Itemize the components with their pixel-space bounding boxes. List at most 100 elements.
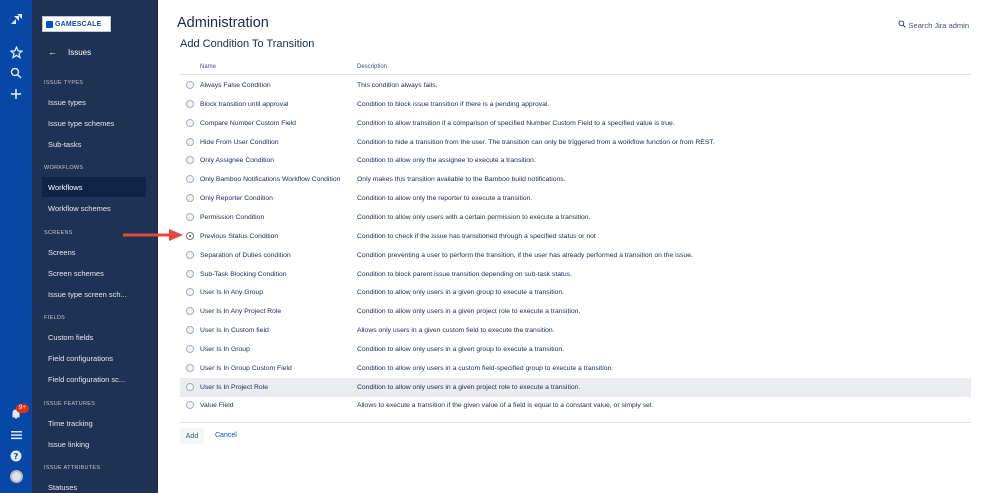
condition-radio[interactable] bbox=[186, 344, 194, 353]
sidebar-item-time-tracking[interactable]: Time tracking bbox=[42, 413, 146, 433]
sidebar-item-issue-linking[interactable]: Issue linking bbox=[42, 434, 146, 454]
condition-description: Condition to allow only users in a given… bbox=[357, 345, 565, 353]
condition-radio[interactable] bbox=[186, 363, 194, 372]
sidebar-item-custom-fields[interactable]: Custom fields bbox=[42, 327, 146, 347]
condition-name: Only Reporter Condition bbox=[200, 195, 273, 203]
condition-description: Condition to allow only the reporter to … bbox=[357, 195, 533, 203]
column-header-name: Name bbox=[200, 64, 217, 70]
condition-description: Condition to allow only users in a custo… bbox=[357, 364, 614, 372]
cancel-link[interactable]: Cancel bbox=[215, 432, 237, 439]
search-label: Search Jira admin bbox=[908, 20, 969, 30]
condition-name: Compare Number Custom Field bbox=[200, 119, 296, 127]
condition-radio[interactable] bbox=[186, 231, 194, 240]
condition-radio[interactable] bbox=[186, 156, 194, 165]
condition-name: User Is In Group Custom Field bbox=[200, 364, 292, 372]
condition-radio[interactable] bbox=[186, 81, 194, 89]
table-row[interactable]: Value Field Allows to execute a transitio… bbox=[180, 396, 971, 415]
table-row[interactable]: Only Reporter Condition Condition to allo… bbox=[180, 189, 971, 208]
table-row[interactable]: Separation of Duties condition Condition … bbox=[180, 246, 971, 265]
sidebar-item-workflows[interactable]: Workflows bbox=[42, 177, 146, 197]
condition-description: Condition to allow only users in a given… bbox=[357, 308, 581, 316]
condition-name: User Is In Project Role bbox=[200, 383, 268, 391]
table-row[interactable]: User Is In Project Role Condition to allo… bbox=[180, 377, 971, 397]
table-row[interactable]: User Is In Group Custom Field Condition t… bbox=[180, 359, 971, 378]
condition-description: Condition to hide a transition from the … bbox=[357, 138, 715, 146]
table-row[interactable]: User Is In Any Project Role Condition to … bbox=[180, 302, 971, 321]
condition-radio[interactable] bbox=[186, 401, 194, 410]
condition-name: Block transition until approval bbox=[200, 100, 289, 108]
condition-name: Only Bamboo Notifications Workflow Condi… bbox=[200, 176, 341, 184]
divider bbox=[180, 422, 971, 423]
condition-description: Condition to block issue transition if t… bbox=[357, 100, 550, 108]
condition-description: Condition to block parent issue transiti… bbox=[357, 270, 572, 278]
annotation-arrow-icon bbox=[123, 229, 183, 241]
table-row[interactable]: Sub-Task Blocking Condition Condition to … bbox=[180, 265, 971, 284]
column-header-description: Description bbox=[357, 64, 388, 70]
jira-logo-icon[interactable] bbox=[8, 12, 24, 28]
table-row[interactable]: User Is In Any Group Condition to allow o… bbox=[180, 283, 971, 302]
condition-name: Always False Condition bbox=[200, 82, 271, 89]
table-row[interactable]: Block transition until approval Condition… bbox=[180, 95, 971, 114]
sidebar-item-issue-types[interactable]: Issue types bbox=[42, 92, 146, 112]
sidebar-item-statuses[interactable]: Statuses bbox=[42, 477, 146, 493]
condition-name: Previous Status Condition bbox=[200, 232, 279, 240]
sidebar-item-issue-type-screen-schemes[interactable]: Issue type screen sch... bbox=[42, 284, 146, 304]
company-logo: GAMESCALE bbox=[42, 16, 111, 32]
condition-description: This condition always fails. bbox=[357, 82, 438, 89]
condition-description: Allows to execute a transition if the gi… bbox=[357, 402, 654, 410]
sidebar-item-field-configuration-schemes[interactable]: Field configuration sc... bbox=[42, 369, 146, 389]
table-row[interactable]: Compare Number Custom Field Condition to … bbox=[180, 114, 971, 133]
condition-radio[interactable] bbox=[186, 99, 194, 108]
table-row[interactable]: Previous Status Condition Condition to ch… bbox=[180, 227, 971, 246]
sidebar-item-workflow-schemes[interactable]: Workflow schemes bbox=[42, 198, 146, 218]
sidebar-item-issue-type-schemes[interactable]: Issue type schemes bbox=[42, 113, 146, 133]
condition-radio[interactable] bbox=[186, 307, 194, 316]
table-row[interactable]: Only Assignee Condition Condition to allo… bbox=[180, 151, 971, 170]
section-title: ISSUE ATTRIBUTES bbox=[44, 465, 101, 471]
avatar[interactable] bbox=[10, 470, 23, 483]
table-row[interactable]: Always False Condition This condition alw… bbox=[180, 76, 971, 95]
section-title: FIELDS bbox=[44, 315, 66, 321]
star-icon[interactable] bbox=[8, 44, 24, 60]
table-row[interactable]: Only Bamboo Notifications Workflow Condi… bbox=[180, 170, 971, 189]
condition-description: Only makes this transition available to … bbox=[357, 176, 566, 184]
back-to-issues-link[interactable]: ← Issues bbox=[48, 47, 91, 57]
condition-radio[interactable] bbox=[186, 175, 194, 184]
main-content: Administration Search Jira admin Add Con… bbox=[158, 0, 999, 493]
sidebar-item-sub-tasks[interactable]: Sub-tasks bbox=[42, 134, 146, 154]
condition-radio[interactable] bbox=[186, 118, 194, 127]
condition-radio[interactable] bbox=[186, 382, 194, 391]
condition-radio[interactable] bbox=[186, 250, 194, 259]
section-title: ISSUE TYPES bbox=[44, 80, 84, 86]
condition-radio[interactable] bbox=[186, 326, 194, 335]
condition-description: Condition to allow only the assignee to … bbox=[357, 157, 536, 165]
condition-name: Only Assignee Condition bbox=[200, 157, 275, 165]
search-jira-admin-link[interactable]: Search Jira admin bbox=[898, 20, 969, 30]
search-icon[interactable] bbox=[8, 65, 24, 81]
add-button[interactable]: Add bbox=[180, 428, 204, 444]
sidebar-item-field-configurations[interactable]: Field configurations bbox=[42, 348, 146, 368]
table-row[interactable]: Permission Condition Condition to allow o… bbox=[180, 208, 971, 227]
condition-radio[interactable] bbox=[186, 212, 194, 221]
table-row[interactable]: User Is In Custom field Allows only users… bbox=[180, 321, 971, 340]
logo-text: GAMESCALE bbox=[55, 20, 102, 28]
condition-name: Sub-Task Blocking Condition bbox=[200, 270, 287, 278]
table-row[interactable]: Hide From User Condition Condition to hid… bbox=[180, 133, 971, 152]
back-label: Issues bbox=[68, 47, 92, 57]
help-icon[interactable]: ? bbox=[8, 448, 24, 464]
table-row[interactable]: User Is In Group Condition to allow only … bbox=[180, 340, 971, 359]
condition-description: Allows only users in a given custom fiel… bbox=[357, 327, 555, 335]
section-title: ISSUE FEATURES bbox=[44, 401, 96, 407]
global-nav: 9+ ? bbox=[0, 0, 32, 493]
condition-radio[interactable] bbox=[186, 137, 194, 146]
section-title: WORKFLOWS bbox=[44, 165, 84, 171]
menu-icon[interactable] bbox=[8, 427, 24, 443]
condition-radio[interactable] bbox=[186, 288, 194, 297]
condition-radio[interactable] bbox=[186, 194, 194, 203]
condition-name: User Is In Group bbox=[200, 345, 250, 353]
condition-radio[interactable] bbox=[186, 269, 194, 278]
create-plus-icon[interactable] bbox=[8, 86, 24, 102]
sidebar-item-screen-schemes[interactable]: Screen schemes bbox=[42, 263, 146, 283]
condition-name: Hide From User Condition bbox=[200, 138, 279, 146]
sidebar-item-screens[interactable]: Screens bbox=[42, 242, 146, 262]
